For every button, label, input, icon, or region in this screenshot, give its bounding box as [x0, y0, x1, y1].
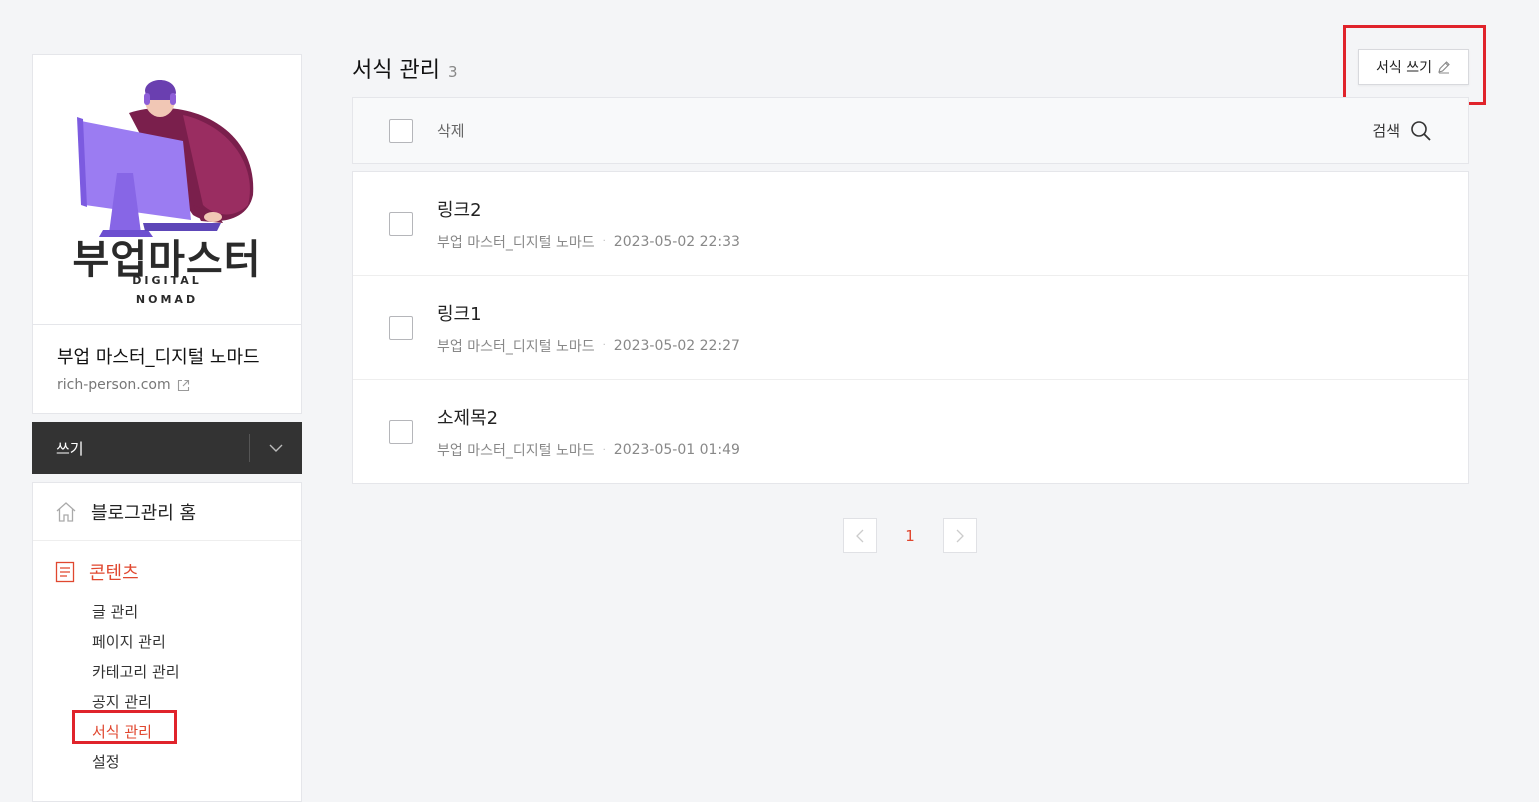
sidebar-item-content-label: 콘텐츠	[89, 563, 139, 584]
write-dropdown-toggle[interactable]	[250, 422, 302, 474]
blog-logo[interactable]: 부업마스터 DIGITAL NOMAD	[33, 55, 301, 325]
page-header: 서식 관리 3	[352, 52, 458, 84]
next-page-button[interactable]	[943, 518, 977, 553]
chevron-down-icon	[269, 444, 283, 452]
row-title[interactable]: 소제목2	[437, 404, 740, 430]
item-count: 3	[447, 63, 458, 81]
row-author: 부업 마스터_디지털 노마드	[437, 443, 595, 459]
list-item: 소제목2 부업 마스터_디지털 노마드 · 2023-05-01 01:49	[353, 380, 1468, 484]
row-content: 링크2 부업 마스터_디지털 노마드 · 2023-05-02 22:33	[437, 196, 740, 252]
sidebar-item-home[interactable]: 블로그관리 홈	[33, 483, 301, 541]
row-content: 링크1 부업 마스터_디지털 노마드 · 2023-05-02 22:27	[437, 300, 740, 356]
row-content: 소제목2 부업 마스터_디지털 노마드 · 2023-05-01 01:49	[437, 404, 740, 460]
search-label: 검색	[1372, 122, 1400, 140]
logo-subtitle-nomad: NOMAD	[135, 293, 199, 306]
write-bar: 쓰기	[32, 422, 302, 474]
submenu-item-pages[interactable]: 페이지 관리	[92, 627, 301, 657]
meta-separator: ·	[602, 236, 606, 247]
row-title[interactable]: 링크2	[437, 196, 740, 222]
meta-separator: ·	[602, 444, 606, 456]
list-toolbar: 삭제 검색	[352, 97, 1469, 164]
document-icon	[55, 561, 75, 583]
sidebar-menu: 블로그관리 홈 콘텐츠 글 관리 페이지 관리 카테고리 관리 공지 관리 서식…	[32, 482, 302, 802]
sidebar-item-content[interactable]: 콘텐츠	[33, 559, 301, 585]
profile-card: 부업마스터 DIGITAL NOMAD 부업 마스터_디지털 노마드 rich-…	[32, 54, 302, 414]
row-meta: 부업 마스터_디지털 노마드 · 2023-05-01 01:49	[437, 440, 740, 460]
row-checkbox[interactable]	[389, 211, 413, 236]
row-date: 2023-05-01 01:49	[613, 442, 740, 458]
blog-info: 부업 마스터_디지털 노마드 rich-person.com	[33, 325, 301, 413]
row-author: 부업 마스터_디지털 노마드	[437, 338, 595, 355]
template-list: 링크2 부업 마스터_디지털 노마드 · 2023-05-02 22:33 링크…	[352, 171, 1469, 484]
chevron-right-icon	[956, 529, 964, 542]
highlight-box-compose	[1343, 25, 1486, 105]
meta-separator: ·	[602, 340, 606, 351]
highlight-box-templates	[72, 710, 177, 744]
pagination: 1	[843, 518, 977, 553]
row-meta: 부업 마스터_디지털 노마드 · 2023-05-02 22:33	[437, 232, 740, 252]
submenu-item-settings[interactable]: 설정	[92, 747, 301, 777]
sidebar-item-home-label: 블로그관리 홈	[91, 502, 197, 524]
row-meta: 부업 마스터_디지털 노마드 · 2023-05-02 22:27	[437, 336, 740, 356]
search-icon	[1411, 120, 1431, 141]
blog-name[interactable]: 부업 마스터_디지털 노마드	[57, 343, 277, 369]
write-button[interactable]: 쓰기	[32, 438, 249, 459]
chevron-left-icon	[856, 529, 864, 542]
row-title[interactable]: 링크1	[437, 300, 740, 326]
logo-subtitle-digital: DIGITAL	[132, 274, 202, 287]
row-date: 2023-05-02 22:27	[613, 337, 740, 354]
page-title: 서식 관리	[352, 58, 440, 83]
external-link-icon	[177, 379, 189, 391]
prev-page-button[interactable]	[843, 518, 877, 553]
row-checkbox[interactable]	[389, 420, 413, 444]
submenu-item-posts[interactable]: 글 관리	[92, 597, 301, 627]
submenu-item-categories[interactable]: 카테고리 관리	[92, 657, 301, 687]
sidebar: 부업마스터 DIGITAL NOMAD 부업 마스터_디지털 노마드 rich-…	[32, 54, 302, 802]
delete-button[interactable]: 삭제	[437, 120, 465, 141]
content-submenu: 글 관리 페이지 관리 카테고리 관리 공지 관리 서식 관리 설정	[33, 597, 301, 777]
page-number-current[interactable]: 1	[877, 527, 943, 545]
row-checkbox[interactable]	[389, 315, 413, 340]
home-icon	[56, 501, 76, 522]
row-date: 2023-05-02 22:33	[613, 233, 740, 250]
select-all-checkbox[interactable]	[389, 118, 413, 143]
list-item: 링크2 부업 마스터_디지털 노마드 · 2023-05-02 22:33	[353, 172, 1468, 276]
row-author: 부업 마스터_디지털 노마드	[437, 234, 595, 251]
blog-url-text: rich-person.com	[57, 377, 171, 393]
blog-url-link[interactable]: rich-person.com	[57, 377, 277, 393]
list-item: 링크1 부업 마스터_디지털 노마드 · 2023-05-02 22:27	[353, 276, 1468, 380]
search-button[interactable]: 검색	[1372, 120, 1432, 142]
